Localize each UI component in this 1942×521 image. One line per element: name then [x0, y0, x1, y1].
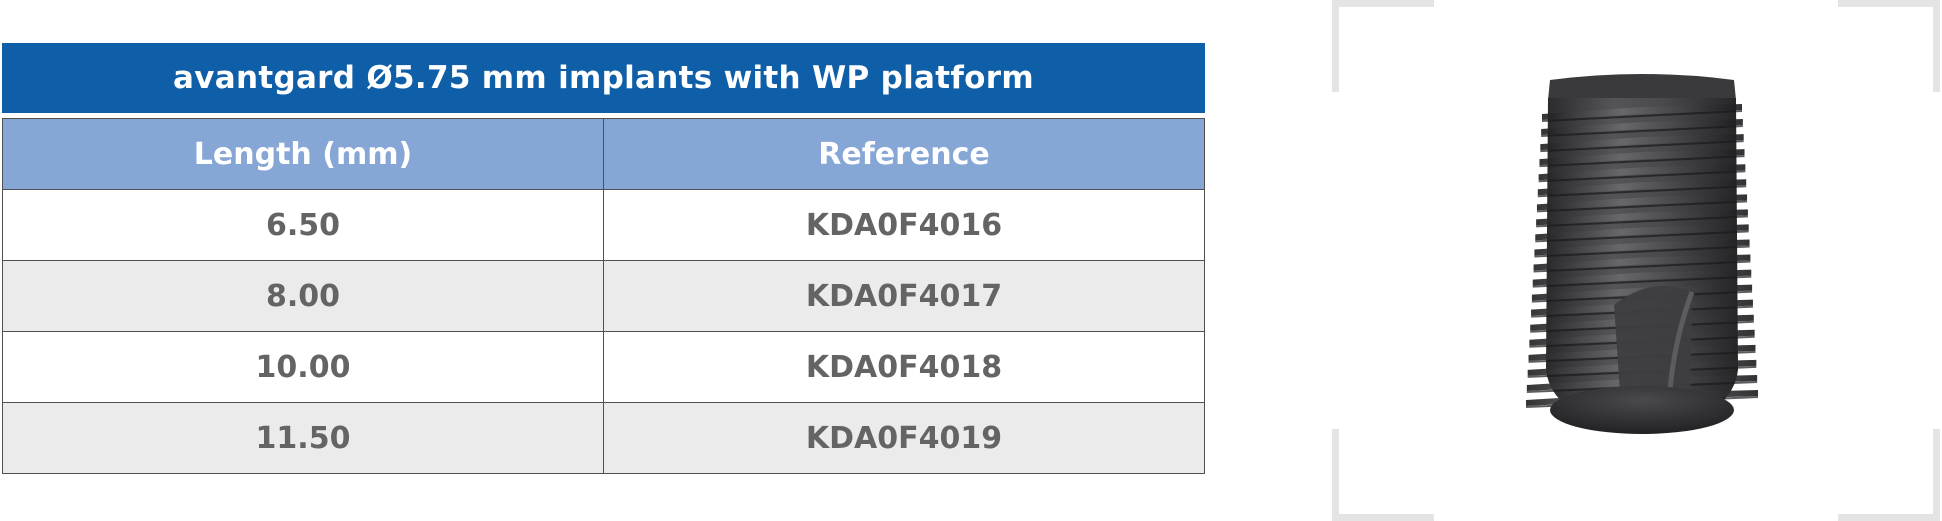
reference-cell: KDA0F4019	[603, 403, 1204, 473]
frame-corner-top-right	[1838, 0, 1940, 92]
column-header-length: Length (mm)	[193, 136, 413, 172]
reference-cell: KDA0F4016	[603, 190, 1204, 260]
table-row: 11.50 KDA0F4019	[3, 403, 1204, 474]
length-cell: 6.50	[265, 207, 341, 243]
frame-corner-top-left	[1332, 0, 1434, 92]
table-header-row: Length (mm) Reference	[3, 119, 1204, 190]
table-title: avantgard Ø5.75 mm implants with WP plat…	[2, 43, 1205, 113]
table-row: 10.00 KDA0F4018	[3, 332, 1204, 403]
column-header-reference: Reference	[603, 119, 1204, 189]
reference-cell: KDA0F4017	[603, 261, 1204, 331]
implant-spec-table: avantgard Ø5.75 mm implants with WP plat…	[2, 43, 1205, 474]
reference-cell: KDA0F4018	[603, 332, 1204, 402]
product-image-frame	[1332, 0, 1940, 521]
dental-implant-icon	[1525, 74, 1759, 434]
length-cell: 8.00	[265, 278, 341, 314]
frame-corner-bottom-left	[1332, 429, 1434, 521]
length-cell: 11.50	[255, 420, 351, 456]
length-cell: 10.00	[255, 349, 351, 385]
table-row: 8.00 KDA0F4017	[3, 261, 1204, 332]
table-grid: Length (mm) Reference 6.50 KDA0F4016 8.0…	[2, 118, 1205, 474]
table-row: 6.50 KDA0F4016	[3, 190, 1204, 261]
frame-corner-bottom-right	[1838, 429, 1940, 521]
